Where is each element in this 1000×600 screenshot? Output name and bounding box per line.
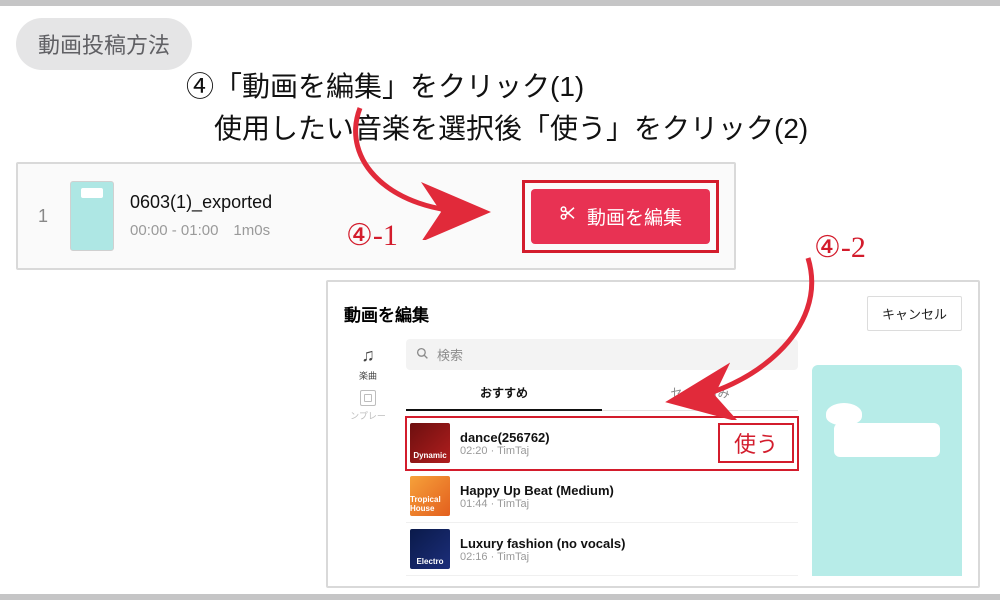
video-thumbnail xyxy=(70,181,114,251)
video-duration: 00:00 - 01:00 1m0s xyxy=(130,219,272,240)
track-cover: Dynamic xyxy=(410,423,450,463)
music-note-icon: ♫ xyxy=(361,345,375,366)
cancel-button[interactable]: キャンセル xyxy=(867,296,962,331)
video-filename: 0603(1)_exported xyxy=(130,192,272,213)
video-preview xyxy=(812,365,962,576)
step-line-2: 使用したい音楽を選択後「使う」をクリック(2) xyxy=(186,108,808,150)
sidenav-music[interactable]: ♫ 楽曲 xyxy=(359,345,377,382)
track-list: Dynamic dance(256762) 02:20 · TimTaj 使う … xyxy=(406,417,798,576)
track-cover: Tropical House xyxy=(410,476,450,516)
bottom-divider xyxy=(0,594,1000,600)
track-cover: Electro xyxy=(410,529,450,569)
annotation-4-2: ④-2 xyxy=(814,230,866,265)
track-name: dance(256762) xyxy=(460,430,550,445)
template-icon xyxy=(360,390,376,406)
top-divider xyxy=(0,0,1000,6)
upload-video-row: 1 0603(1)_exported 00:00 - 01:00 1m0s 動画… xyxy=(16,162,736,270)
track-info: 01:44 · TimTaj xyxy=(460,498,614,510)
track-name: Luxury fashion (no vocals) xyxy=(460,536,625,551)
step-line-1: ④「動画を編集」をクリック(1) xyxy=(186,66,808,108)
edit-video-button[interactable]: 動画を編集 xyxy=(531,189,710,244)
sidenav-music-label: 楽曲 xyxy=(359,369,377,382)
scissors-icon xyxy=(559,204,577,228)
sidenav-template[interactable]: ンプレー xyxy=(350,390,386,422)
track-row[interactable]: Dynamic dance(256762) 02:20 · TimTaj 使う xyxy=(406,417,798,470)
editor-modal: 動画を編集 キャンセル ♫ 楽曲 ンプレー 検索 xyxy=(326,280,980,588)
video-meta: 0603(1)_exported 00:00 - 01:00 1m0s xyxy=(130,192,272,240)
sidenav-template-label: ンプレー xyxy=(350,409,386,422)
music-tabs: おすすめ セーブ済み xyxy=(406,376,798,411)
track-name: Happy Up Beat (Medium) xyxy=(460,483,614,498)
edit-button-label: 動画を編集 xyxy=(587,203,682,230)
track-row[interactable]: Tropical House Happy Up Beat (Medium) 01… xyxy=(406,470,798,523)
editor-title: 動画を編集 xyxy=(344,301,429,326)
step-instructions: ④「動画を編集」をクリック(1) 使用したい音楽を選択後「使う」をクリック(2) xyxy=(186,66,808,150)
annotation-4-1: ④-1 xyxy=(346,218,398,253)
track-info: 02:20 · TimTaj xyxy=(460,445,550,457)
use-button-highlight[interactable]: 使う xyxy=(718,423,794,463)
tab-saved[interactable]: セーブ済み xyxy=(602,376,798,411)
search-icon xyxy=(416,347,429,363)
editor-sidenav: ♫ 楽曲 ンプレー xyxy=(344,339,392,576)
search-input[interactable]: 検索 xyxy=(406,339,798,370)
search-placeholder: 検索 xyxy=(437,345,463,364)
track-row[interactable]: Electro Luxury fashion (no vocals) 02:16… xyxy=(406,523,798,576)
track-info: 02:16 · TimTaj xyxy=(460,551,625,563)
edit-button-highlight: 動画を編集 xyxy=(527,185,714,248)
music-panel: 検索 おすすめ セーブ済み Dynamic dance(256762) 02:2… xyxy=(406,339,798,576)
row-index: 1 xyxy=(38,206,48,227)
section-badge: 動画投稿方法 xyxy=(16,18,192,70)
tab-recommended[interactable]: おすすめ xyxy=(406,376,602,411)
